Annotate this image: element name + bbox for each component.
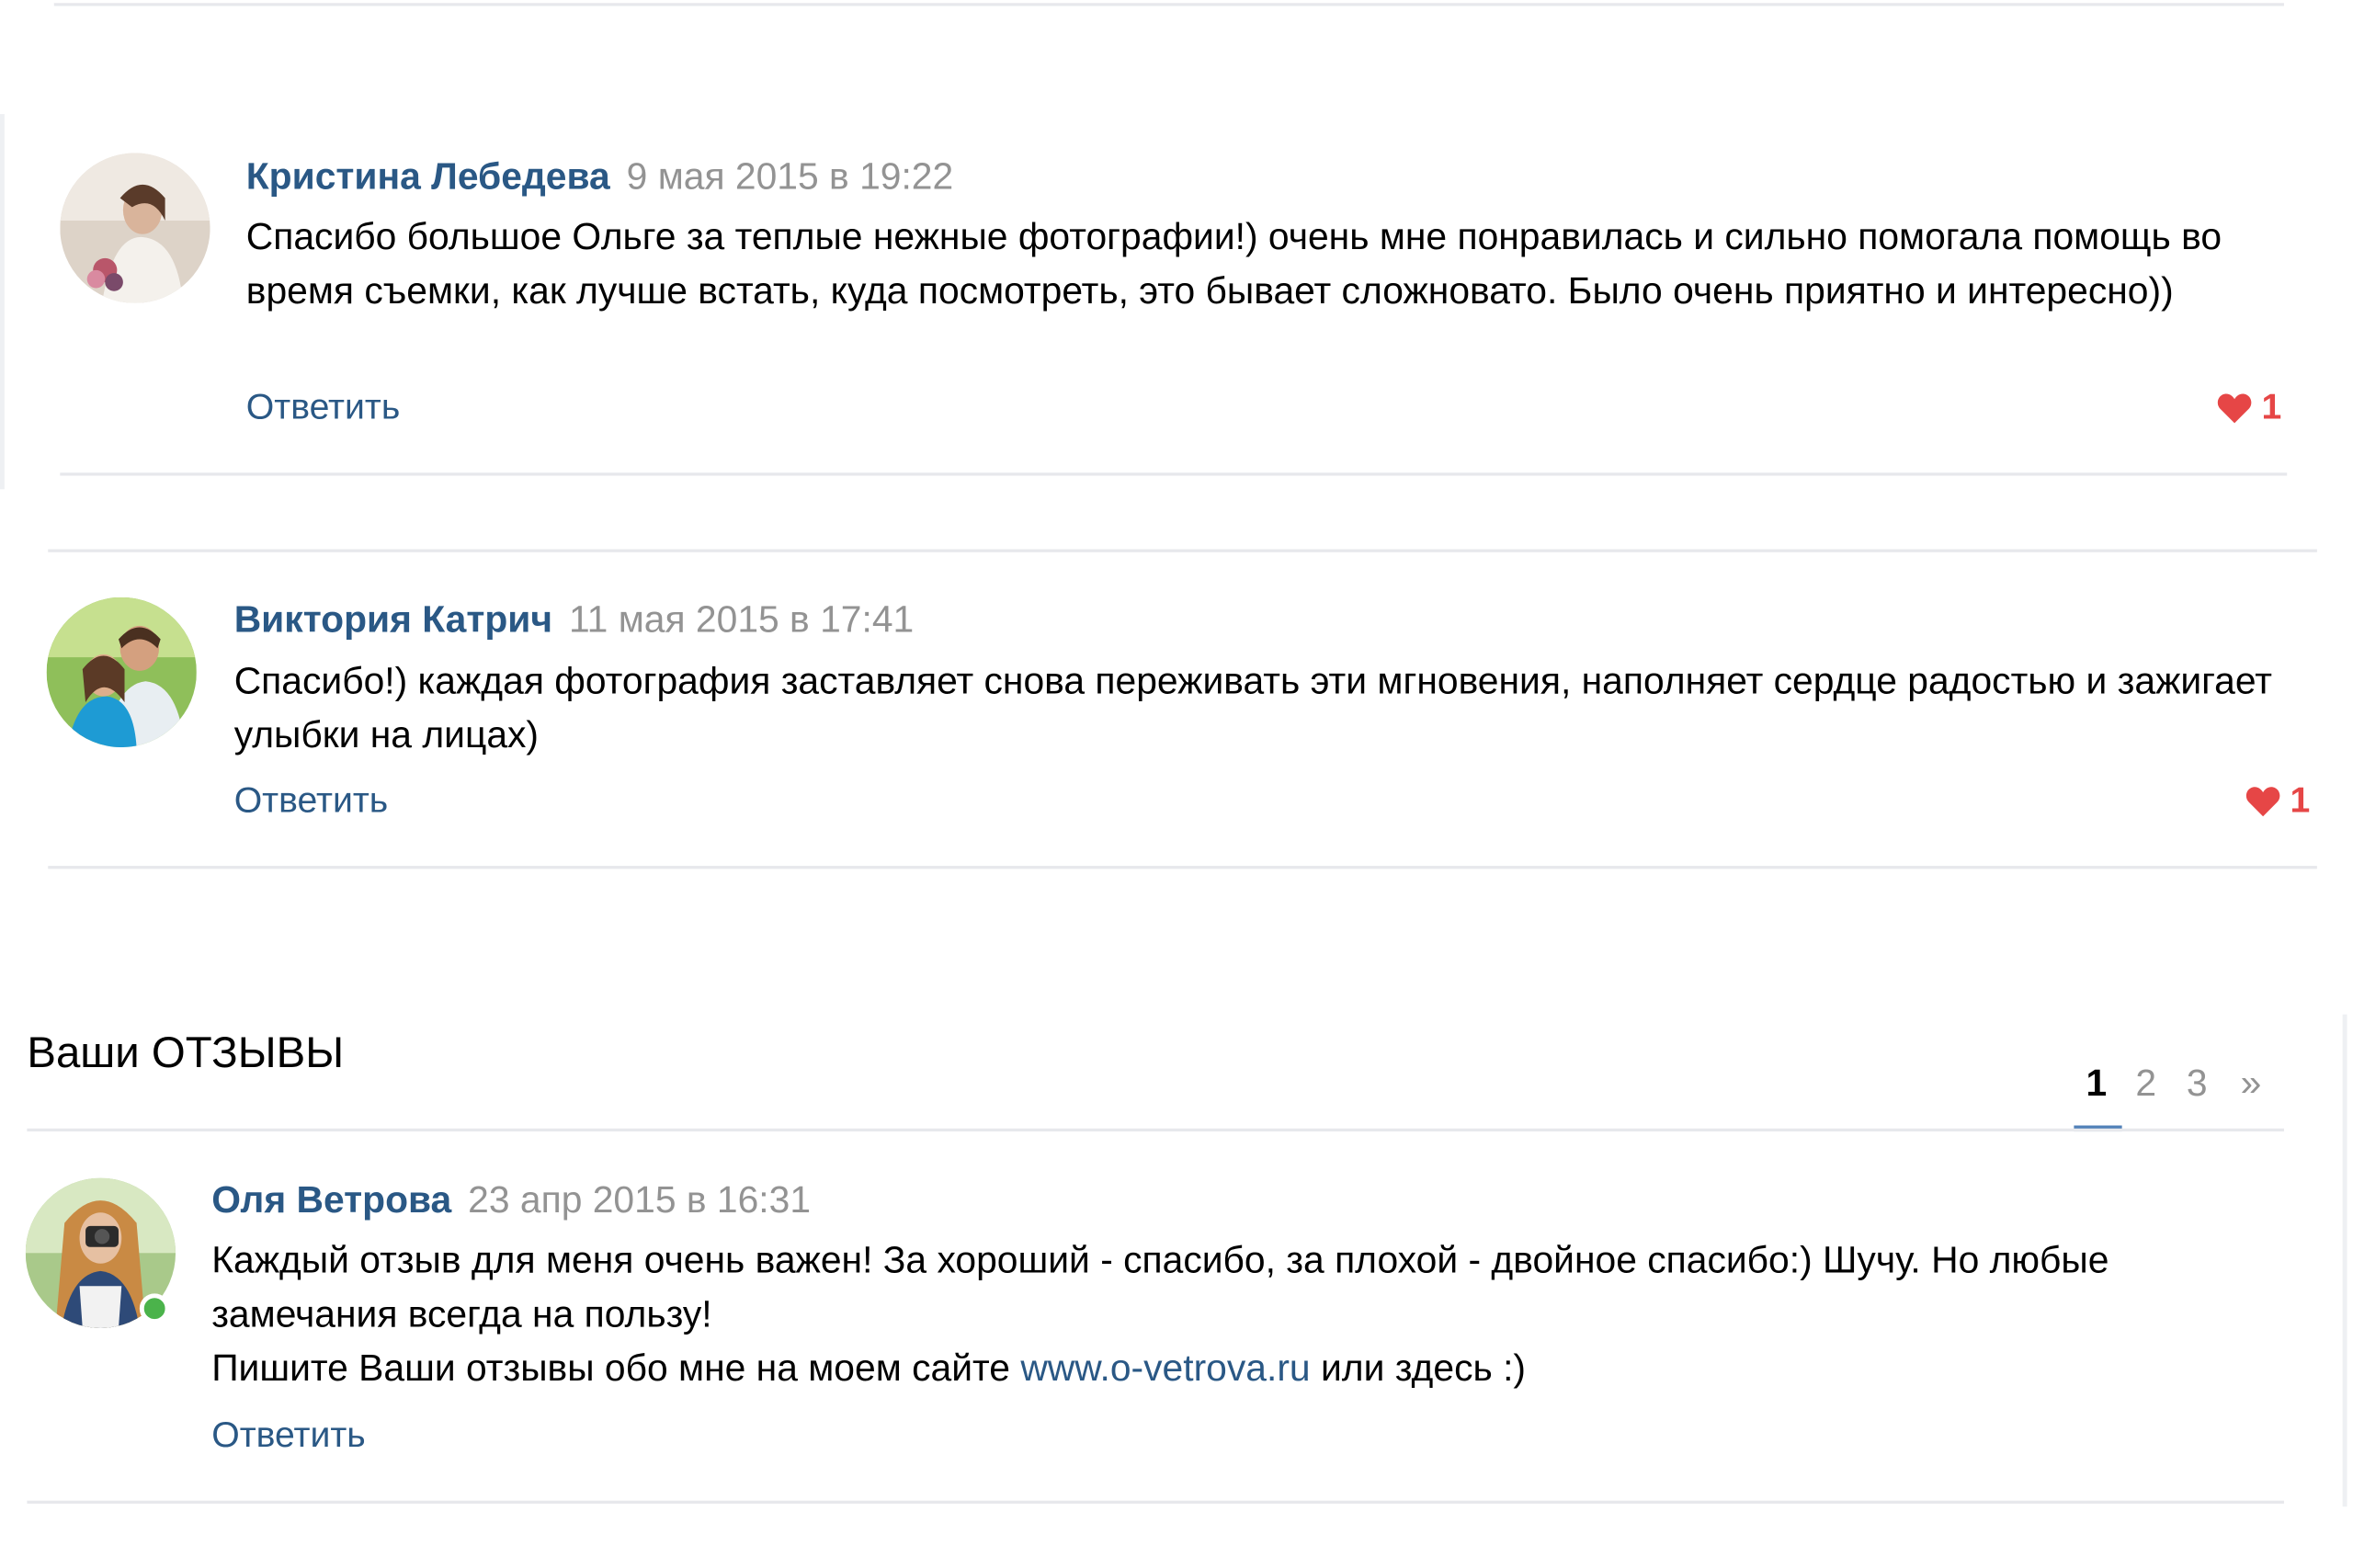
reply-link[interactable]: Ответить [246, 386, 401, 431]
like-button[interactable]: 1 [2245, 778, 2311, 824]
heart-icon [2245, 787, 2280, 817]
review-text-line: Пишите Ваши отзывы обо мне на моем сайте… [211, 1342, 2290, 1396]
divider [48, 866, 2317, 869]
website-link[interactable]: www.o-vetrova.ru [1020, 1347, 1310, 1390]
page-link-1[interactable]: 1 [2086, 1061, 2107, 1106]
review-text: Каждый отзыв для меня очень важен! За хо… [211, 1233, 2290, 1395]
author-name[interactable]: Виктория Катрич [234, 598, 552, 641]
review-text-line: Каждый отзыв для меня очень важен! За хо… [211, 1239, 2109, 1336]
review-header: Оля Ветрова 23 апр 2015 в 16:31 [211, 1178, 811, 1223]
reply-link[interactable]: Ответить [211, 1414, 366, 1459]
divider [48, 549, 2317, 552]
divider [60, 472, 2288, 476]
section-title: Ваши ОТЗЫВЫ [27, 1029, 345, 1078]
next-page-link[interactable]: » [2241, 1061, 2262, 1106]
page-link-3[interactable]: 3 [2187, 1061, 2208, 1106]
page: Кристина Лебедева 9 мая 2015 в 19:22 Спа… [0, 0, 2353, 1568]
pagination: 1 2 3 » [2071, 1061, 2281, 1136]
author-name[interactable]: Кристина Лебедева [246, 156, 610, 199]
reply-link[interactable]: Ответить [234, 778, 389, 824]
comment-header: Кристина Лебедева 9 мая 2015 в 19:22 [246, 154, 953, 199]
divider [53, 3, 2284, 6]
review-text-fragment: или здесь :) [1320, 1347, 1527, 1390]
review-date[interactable]: 23 апр 2015 в 16:31 [468, 1179, 811, 1221]
like-button[interactable]: 1 [2216, 386, 2281, 431]
comment-header: Виктория Катрич 11 мая 2015 в 17:41 [234, 597, 915, 642]
review-text-fragment: Пишите Ваши отзывы обо мне на моем сайте [211, 1347, 1010, 1390]
online-status-indicator [139, 1293, 170, 1324]
comment-thread-line [0, 114, 5, 490]
comment-text: Спасибо большое Ольге за теплые нежные ф… [245, 216, 2222, 312]
divider [27, 1128, 2284, 1132]
comment-date[interactable]: 9 мая 2015 в 19:22 [627, 156, 954, 199]
avatar[interactable] [46, 597, 197, 748]
comment-text: Спасибо!) каждая фотография заставляет с… [233, 660, 2272, 756]
avatar[interactable] [60, 153, 210, 303]
like-count: 1 [2290, 780, 2311, 822]
scrollbar-track[interactable] [2342, 1014, 2347, 1507]
comment-date[interactable]: 11 мая 2015 в 17:41 [569, 598, 914, 641]
heart-icon [2217, 393, 2252, 424]
author-name[interactable]: Оля Ветрова [211, 1179, 451, 1221]
divider [27, 1500, 2284, 1504]
page-link-2[interactable]: 2 [2135, 1061, 2156, 1106]
like-count: 1 [2261, 387, 2282, 428]
